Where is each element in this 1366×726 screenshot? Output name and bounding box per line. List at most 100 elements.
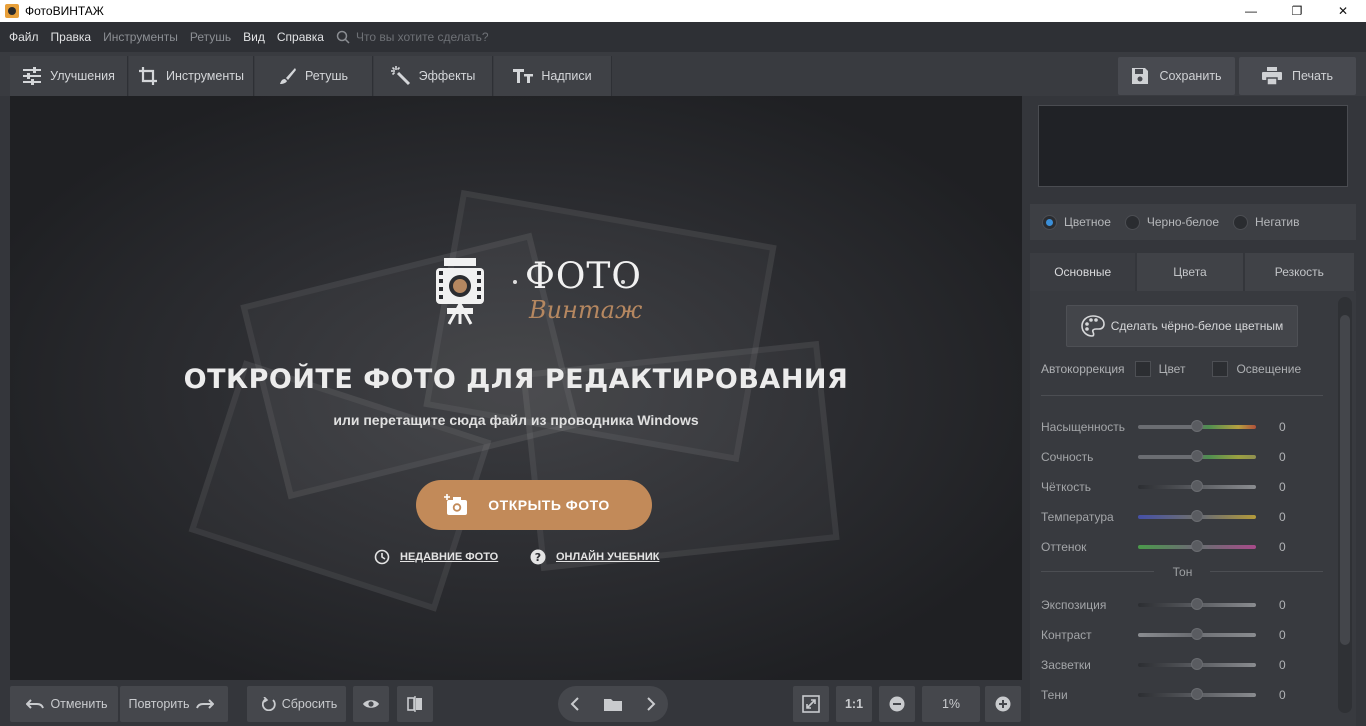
shadows-slider[interactable]: Тени 0 (1041, 685, 1301, 705)
radio-label: Черно-белое (1146, 215, 1220, 229)
tint-slider[interactable]: Оттенок 0 (1041, 537, 1301, 557)
slider-label: Чёткость (1041, 480, 1091, 494)
save-button[interactable]: Сохранить (1118, 57, 1235, 95)
subtab-basic[interactable]: Основные (1030, 253, 1136, 291)
slider-label: Засветки (1041, 658, 1091, 672)
menu-retouch[interactable]: Ретушь (190, 30, 231, 44)
menu-bar: Файл Правка Инструменты Ретушь Вид Справ… (0, 22, 1366, 52)
menu-help[interactable]: Справка (277, 30, 324, 44)
magic-wand-icon (390, 66, 410, 86)
mode-color-radio[interactable]: Цветное (1042, 214, 1111, 230)
zoom-out-button[interactable] (879, 686, 915, 722)
temperature-slider[interactable]: Температура 0 (1041, 507, 1301, 527)
scrollbar-thumb[interactable] (1340, 315, 1350, 645)
tab-retouch[interactable]: Ретушь (255, 56, 373, 96)
undo-button[interactable]: Отменить (10, 686, 118, 722)
slider-label: Насыщенность (1041, 420, 1126, 434)
slider-track[interactable] (1138, 658, 1256, 670)
slider-handle[interactable] (1191, 628, 1203, 640)
tab-effects[interactable]: Эффекты (374, 56, 493, 96)
logo-subtitle: Винтаж (529, 296, 643, 324)
colorize-bw-button[interactable]: Сделать чёрно-белое цветным (1066, 305, 1298, 347)
slider-handle[interactable] (1191, 450, 1203, 462)
divider (1041, 395, 1323, 396)
menu-file[interactable]: Файл (9, 30, 39, 44)
logo-dot (513, 280, 517, 284)
tone-section-label: Тон (1172, 565, 1193, 579)
canvas-area[interactable]: ФОТО Винтаж ОТКРОЙТЕ ФОТО ДЛЯ РЕДАКТИРОВ… (10, 96, 1022, 680)
title-bar: ФотоВИНТАЖ — ❐ ✕ (0, 0, 1366, 22)
menu-edit[interactable]: Правка (51, 30, 92, 44)
preview-toggle-button[interactable] (353, 686, 389, 722)
slider-handle[interactable] (1191, 510, 1203, 522)
subtab-sharpness[interactable]: Резкость (1244, 253, 1354, 291)
highlights-slider[interactable]: Засветки 0 (1041, 655, 1301, 675)
subtab-colors[interactable]: Цвета (1137, 253, 1243, 291)
slider-track[interactable] (1138, 480, 1256, 492)
slider-handle[interactable] (1191, 658, 1203, 670)
minimize-button[interactable]: — (1228, 0, 1274, 22)
print-label: Печать (1292, 69, 1333, 83)
radio-indicator (1124, 214, 1140, 230)
open-photo-button[interactable]: ОТКРЫТЬ ФОТО (416, 480, 652, 530)
saturation-slider[interactable]: Насыщенность 0 (1041, 417, 1301, 437)
exposure-slider[interactable]: Экспозиция 0 (1041, 595, 1301, 615)
folder-icon[interactable] (604, 697, 622, 711)
fit-screen-button[interactable] (793, 686, 829, 722)
auto-light-checkbox[interactable] (1212, 361, 1229, 377)
mode-negative-radio[interactable]: Негатив (1233, 214, 1299, 230)
zoom-level[interactable]: 1% (922, 686, 980, 722)
slider-handle[interactable] (1191, 480, 1203, 492)
slider-handle[interactable] (1191, 420, 1203, 432)
printer-icon (1262, 67, 1283, 85)
panel-scrollbar[interactable] (1338, 297, 1352, 713)
menu-view[interactable]: Вид (243, 30, 265, 44)
maximize-button[interactable]: ❐ (1274, 0, 1320, 22)
recent-photos-link[interactable]: НЕДАВНИЕ ФОТО (374, 549, 498, 565)
slider-track[interactable] (1138, 510, 1256, 522)
menu-search[interactable]: Что вы хотите сделать? (336, 30, 489, 44)
slider-track[interactable] (1138, 628, 1256, 640)
drag-drop-hint: или перетащите сюда файл из проводника W… (333, 412, 699, 428)
slider-track[interactable] (1138, 598, 1256, 610)
mode-bw-radio[interactable]: Черно-белое (1124, 214, 1220, 230)
tab-enhancements[interactable]: Улучшения (10, 56, 128, 96)
app-logo: ФОТО Винтаж (435, 256, 642, 328)
auto-color-checkbox[interactable] (1134, 361, 1151, 377)
slider-handle[interactable] (1191, 540, 1203, 552)
window-title: ФотоВИНТАЖ (25, 4, 104, 18)
close-button[interactable]: ✕ (1320, 0, 1366, 22)
save-icon (1132, 68, 1149, 84)
chevron-left-icon[interactable] (570, 697, 580, 711)
contrast-slider[interactable]: Контраст 0 (1041, 625, 1301, 645)
slider-track[interactable] (1138, 540, 1256, 552)
redo-button[interactable]: Повторить (120, 686, 228, 722)
text-icon (513, 69, 534, 83)
tab-text[interactable]: Надписи (494, 56, 612, 96)
reset-button[interactable]: Сбросить (247, 686, 346, 722)
slider-label: Оттенок (1041, 540, 1087, 554)
clarity-slider[interactable]: Чёткость 0 (1041, 477, 1301, 497)
tab-tools[interactable]: Инструменты (129, 56, 254, 96)
divider (1210, 571, 1323, 572)
panel-body: Сделать чёрно-белое цветным Автокоррекци… (1030, 291, 1356, 726)
slider-handle[interactable] (1191, 688, 1203, 700)
compare-button[interactable] (397, 686, 433, 722)
menu-tools[interactable]: Инструменты (103, 30, 178, 44)
print-button[interactable]: Печать (1239, 57, 1356, 95)
photo-navigation (558, 686, 668, 722)
slider-track[interactable] (1138, 688, 1256, 700)
slider-track[interactable] (1138, 450, 1256, 462)
slider-value: 0 (1279, 658, 1286, 672)
radio-indicator (1233, 214, 1249, 230)
chevron-right-icon[interactable] (646, 697, 656, 711)
slider-track[interactable] (1138, 420, 1256, 432)
vibrance-slider[interactable]: Сочность 0 (1041, 447, 1301, 467)
slider-value: 0 (1279, 480, 1286, 494)
slider-handle[interactable] (1191, 598, 1203, 610)
zoom-in-button[interactable] (985, 686, 1021, 722)
open-photo-heading: ОТКРОЙТЕ ФОТО ДЛЯ РЕДАКТИРОВАНИЯ (183, 364, 849, 395)
bottom-bar: Отменить Повторить Сбросить 1:1 1% (0, 680, 1030, 726)
zoom-1to1-button[interactable]: 1:1 (836, 686, 872, 722)
online-tutorial-link[interactable]: ? ОНЛАЙН УЧЕБНИК (530, 549, 659, 565)
